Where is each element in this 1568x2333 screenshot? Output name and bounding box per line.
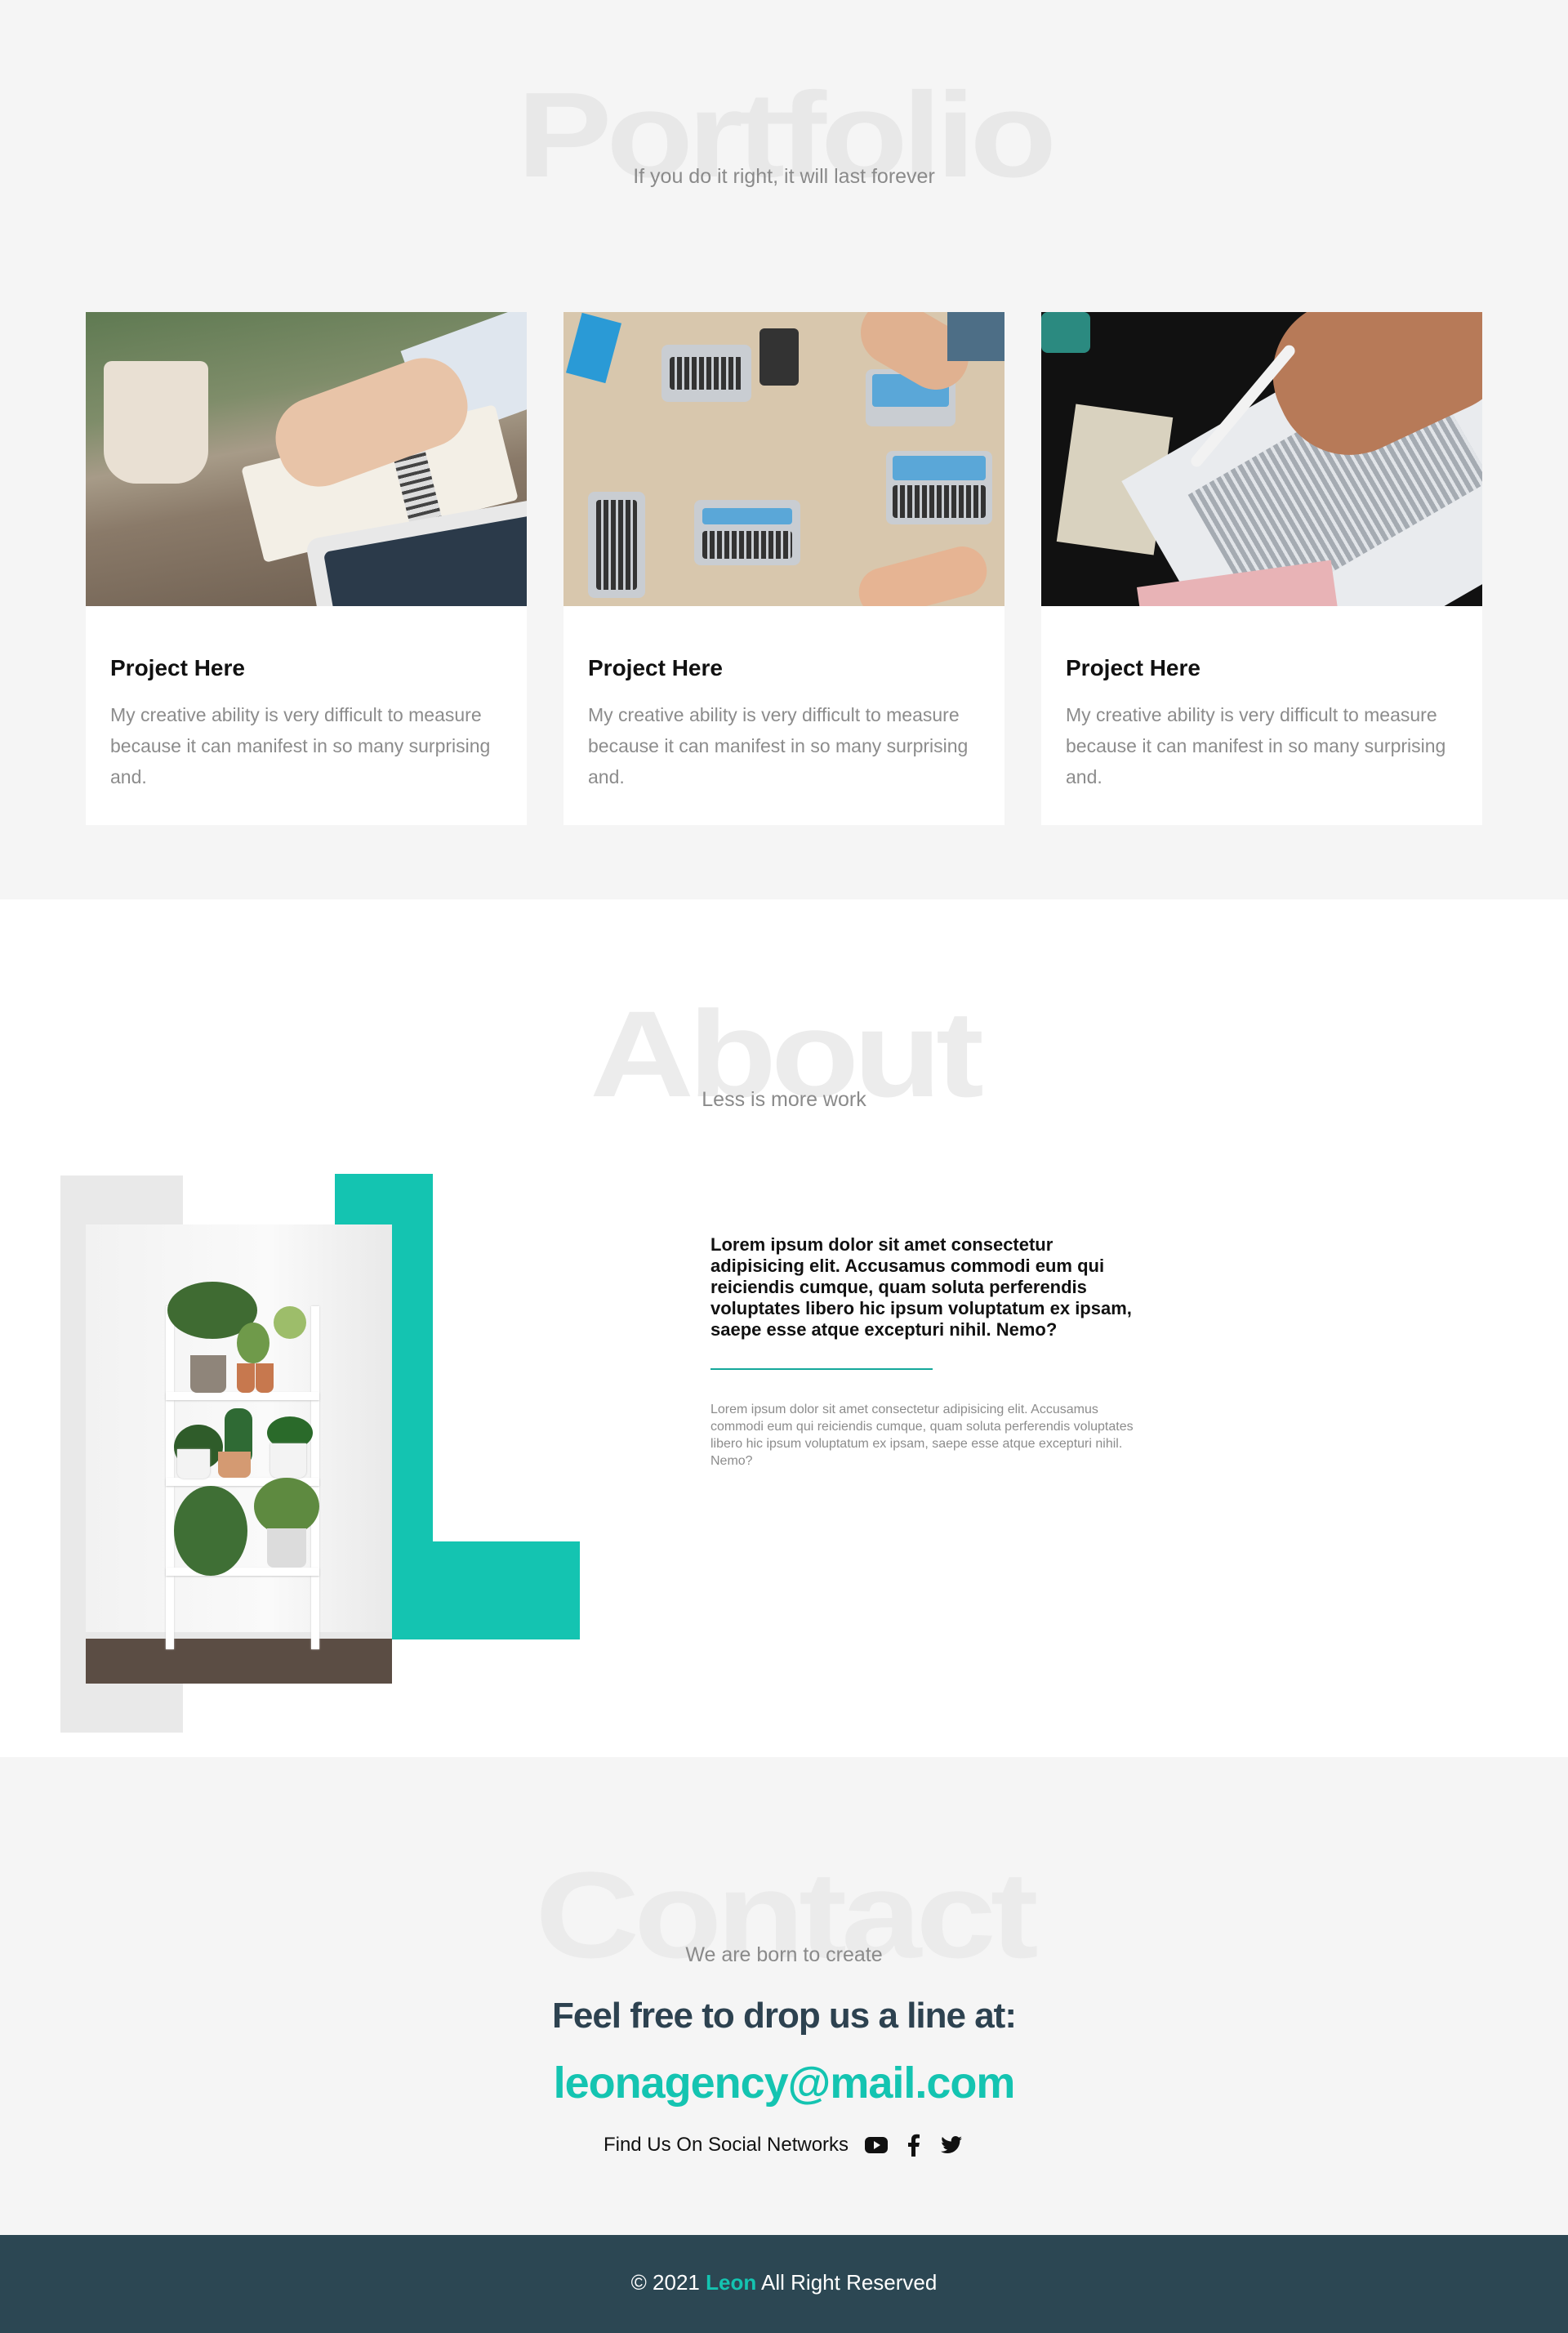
footer-brand: Leon	[706, 2270, 757, 2295]
card-description: My creative ability is very difficult to…	[588, 704, 969, 787]
card-description: My creative ability is very difficult to…	[1066, 704, 1446, 787]
accent-divider	[710, 1368, 933, 1370]
contact-email-link[interactable]: leonagency@mail.com	[0, 2058, 1568, 2108]
portfolio-subtitle: If you do it right, it will last forever	[633, 165, 935, 188]
contact-section: Contact We are born to create Feel free …	[0, 1757, 1568, 2235]
youtube-icon[interactable]	[863, 2132, 889, 2158]
about-header: About Less is more work	[0, 993, 1568, 1115]
card-title: Project Here	[1066, 655, 1200, 680]
card-title: Project Here	[588, 655, 723, 680]
about-text-block: Lorem ipsum dolor sit amet consectetur a…	[710, 1234, 1152, 1470]
social-label: Find Us On Social Networks	[603, 2134, 849, 2156]
facebook-icon[interactable]	[901, 2132, 927, 2158]
portfolio-card[interactable]: Project Here My creative ability is very…	[86, 312, 527, 825]
portfolio-card[interactable]: Project Here My creative ability is very…	[564, 312, 1004, 825]
about-lead: Lorem ipsum dolor sit amet consectetur a…	[710, 1234, 1132, 1340]
contact-subtitle: We are born to create	[685, 1943, 883, 1966]
portfolio-header: Portfolio If you do it right, it will la…	[0, 75, 1568, 196]
project-image	[86, 312, 527, 606]
project-image	[564, 312, 1004, 606]
contact-cta: Feel free to drop us a line at:	[551, 1996, 1017, 2036]
card-title: Project Here	[110, 655, 245, 680]
card-description: My creative ability is very difficult to…	[110, 704, 491, 787]
copyright-prefix: © 2021	[630, 2270, 700, 2295]
twitter-icon[interactable]	[938, 2132, 964, 2158]
about-image	[86, 1224, 392, 1684]
footer: © 2021 Leon All Right Reserved	[0, 2235, 1568, 2333]
social-links: Find Us On Social Networks	[0, 2132, 1568, 2158]
about-section: About Less is more work Lorem ipsum dolo…	[0, 899, 1568, 1757]
about-body: Lorem ipsum dolor sit amet consectetur a…	[710, 1403, 1134, 1468]
about-subtitle: Less is more work	[702, 1088, 866, 1111]
project-image	[1041, 312, 1482, 606]
portfolio-card[interactable]: Project Here My creative ability is very…	[1041, 312, 1482, 825]
copyright: © 2021 Leon All Right Reserved	[0, 2270, 1568, 2295]
portfolio-section: Portfolio If you do it right, it will la…	[0, 0, 1568, 899]
contact-header: Contact We are born to create	[0, 1853, 1568, 1976]
copyright-suffix: All Right Reserved	[761, 2270, 938, 2295]
